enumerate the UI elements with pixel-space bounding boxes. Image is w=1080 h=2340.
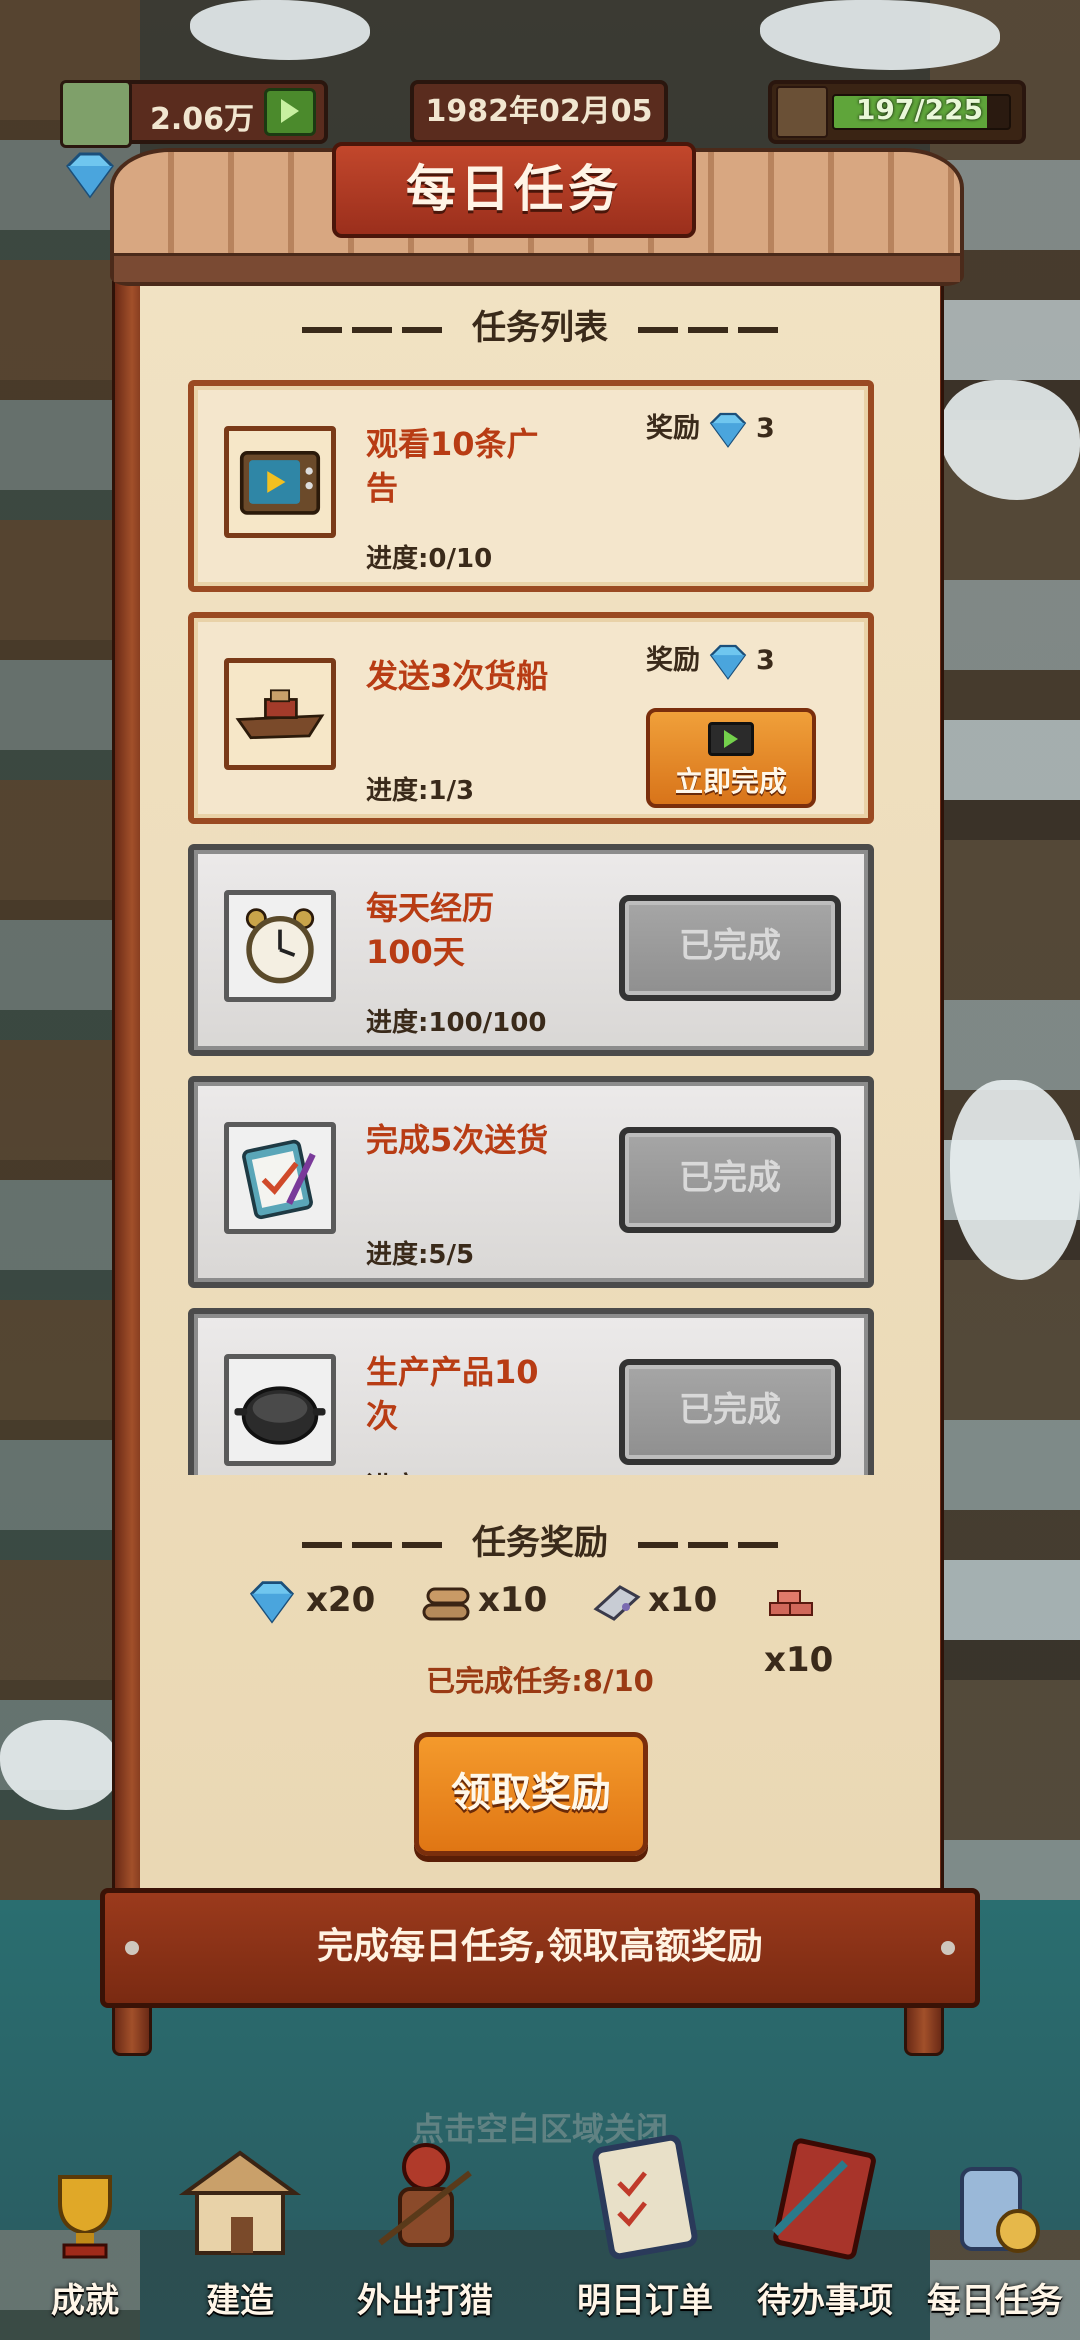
wood-logs-icon [422,1587,470,1620]
divider [302,326,442,333]
task-list[interactable]: 观看10条广告 奖励 3 进度:0/10 发送3次货船 奖励 3 立即完成 进度:1… [188,380,874,1475]
video-play-icon[interactable] [264,88,316,136]
task-progress: 进度:5/5 [366,1240,475,1270]
snow-pile [760,0,1000,70]
warehouse-icon [776,86,828,138]
nav-build[interactable]: 建造 [170,2143,310,2322]
task-item: 观看10条广告 奖励 3 进度:0/10 [188,380,874,592]
nav-achievements[interactable]: 成就 [20,2163,150,2322]
reward-amount: 3 [756,645,775,676]
reward-amount: x10 [478,1580,548,1620]
game-date: 1982年02月05日 [410,80,668,185]
money-value: 2.06万 [149,102,254,137]
task-name: 发送3次货船 [366,657,549,695]
tv-icon [224,426,336,538]
reward-label: 奖励 [646,413,700,444]
alarm-clock-icon [224,890,336,1002]
metal-plate-icon [593,1584,641,1621]
task-item: 完成5次送货 已完成 进度:5/5 [188,1076,874,1288]
bottom-nav: 成就 建造 外出打猎 明日订单 待办事项 每日任务 [0,2134,1080,2340]
nav-tomorrow-orders[interactable]: 明日订单 [560,2133,730,2322]
task-name: 生产产品10次 [366,1353,539,1435]
task-item: 每天经历100天 已完成 进度:100/100 [188,844,874,1056]
wok-icon [224,1354,336,1466]
divider [302,1541,442,1548]
snow-pile [190,0,370,60]
task-reward: 奖励 3 [646,406,775,449]
diamond-icon [249,1580,295,1624]
daily-task-icon [960,2167,1040,2253]
nav-todo[interactable]: 待办事项 [740,2133,910,2322]
rewards-heading: 任务奖励 [0,1515,1080,1564]
video-play-icon [708,722,754,756]
bricks-icon [769,1589,813,1616]
completed-button: 已完成 [619,1127,841,1233]
reward-items: x20 x10 x10 x10 [230,1570,890,1680]
completed-tasks-count: 已完成任务:8/10 [426,1664,654,1698]
task-progress: 进度:10/10 [366,1466,510,1475]
reward-label: 奖励 [646,645,700,676]
nav-daily-tasks[interactable]: 每日任务 [920,2153,1070,2322]
reward-amount: x20 [306,1580,376,1620]
cash-icon [60,80,132,148]
nail-icon [941,1941,955,1955]
banner-text: 完成每日任务,领取高额奖励 [317,1926,763,1967]
nav-label: 待办事项 [757,2281,893,2321]
nail-icon [125,1941,139,1955]
task-name: 观看10条广告 [366,425,539,507]
nav-hunting[interactable]: 外出打猎 [340,2133,510,2322]
completed-button: 已完成 [619,1359,841,1465]
task-name: 每天经历100天 [366,889,495,971]
reward-diamond: x20 [244,1570,375,1630]
task-progress: 进度:0/10 [366,544,493,574]
divider [638,326,778,333]
rewards-heading-text: 任务奖励 [472,1523,608,1563]
nav-label: 明日订单 [577,2281,713,2321]
reward-amount: 3 [756,413,775,444]
task-name: 完成5次送货 [366,1121,549,1159]
money-counter[interactable]: 2.06万 [60,80,328,148]
divider [638,1541,778,1548]
dialog-title: 每日任务 [332,142,696,238]
clipboard-icon [224,1122,336,1234]
completed-button: 已完成 [619,895,841,1001]
reward-wood: x10 [420,1570,547,1630]
diamond-icon [709,412,747,448]
task-progress: 进度:100/100 [366,1008,547,1038]
cargo-ship-icon [224,658,336,770]
nav-label: 每日任务 [927,2281,1063,2321]
energy-counter[interactable]: 197/225 [768,80,1026,144]
reward-amount: x10 [648,1580,718,1620]
nav-label: 成就 [51,2281,119,2321]
hunter-icon [378,2143,472,2247]
task-item: 生产产品10次 已完成 进度:10/10 [188,1308,874,1475]
energy-value: 197/225 [855,93,984,126]
nav-label: 建造 [206,2281,274,2321]
complete-now-label: 立即完成 [674,765,787,798]
task-progress: 进度:1/3 [366,776,475,806]
task-reward: 奖励 3 [646,638,775,681]
complete-now-button[interactable]: 立即完成 [646,708,816,808]
task-list-heading-text: 任务列表 [472,308,608,348]
task-item: 发送3次货船 奖励 3 立即完成 进度:1/3 [188,612,874,824]
task-list-heading: 任务列表 [0,300,1080,349]
notebook-icon [772,2138,876,2260]
order-list-icon [592,2134,698,2260]
diamond-icon [709,644,747,680]
promo-banner: 完成每日任务,领取高额奖励 [100,1888,980,2008]
claim-reward-button[interactable]: 领取奖励 [414,1732,648,1856]
trophy-icon [58,2175,112,2259]
nav-label: 外出打猎 [357,2281,493,2321]
reward-metal: x10 [590,1570,717,1630]
house-icon [178,2150,302,2255]
reward-bricks: x10 [764,1570,890,1680]
